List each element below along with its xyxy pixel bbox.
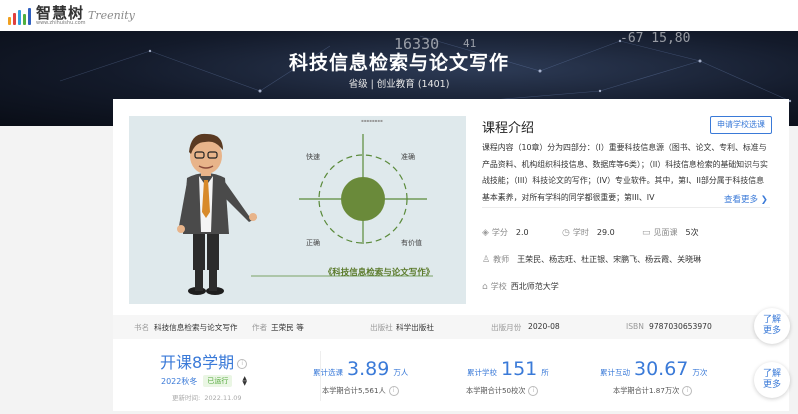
stat-schools: 累计学校 151 所 — [467, 358, 549, 380]
book-publisher: 科学出版社 — [396, 323, 434, 332]
credits-icon: ◈ — [482, 227, 489, 238]
clock-icon: ◷ — [562, 227, 570, 238]
course-video-preview[interactable]: ▪▪▪▪▪▪▪▪ 快速 准确 正确 有价值 《科技信息检索与论文写作》 — [129, 116, 466, 304]
diagram-label-valuable: 有价值 — [401, 239, 422, 247]
book-publisher-label: 出版社 — [370, 323, 393, 332]
book-date: 2020-08 — [528, 322, 560, 331]
school-value[interactable]: 西北师范大学 — [511, 281, 559, 292]
stat-select-label: 累计选课 — [313, 368, 343, 377]
stat-select: 累计选课 3.89 万人 — [313, 358, 408, 380]
stat-interactions-sub-text: 本学期合计1.87万次 — [613, 386, 680, 395]
course-category: 省级 | 创业教育 (1401) — [348, 79, 450, 90]
textbook-info: 书名 科技信息检索与论文写作 作者 王荣民 等 出版社 科学出版社 出版月份 2… — [113, 315, 789, 339]
stat-select-unit: 万人 — [393, 368, 409, 377]
learn-more-line2: 更多 — [762, 380, 781, 390]
book-name: 科技信息检索与论文写作 — [154, 323, 238, 332]
book-author-label: 作者 — [252, 323, 268, 332]
meet-value: 5次 — [685, 228, 699, 237]
divider — [482, 207, 770, 208]
logo-url: www.zhihuishu.com — [36, 20, 86, 26]
diagram-label-accurate: 准确 — [401, 153, 415, 161]
learn-more-button[interactable]: 了解 更多 — [754, 308, 790, 344]
stat-interactions-number: 30.67 — [634, 358, 689, 380]
hours-value: 29.0 — [596, 228, 615, 237]
info-icon[interactable]: i — [528, 386, 539, 396]
sort-arrows-icon[interactable]: ▲ ▼ — [242, 376, 247, 387]
learn-more-line2: 更多 — [762, 326, 781, 336]
school-label: 学校 — [490, 282, 507, 291]
learn-more-button[interactable]: 了解 更多 — [754, 362, 790, 398]
info-icon[interactable]: i — [237, 358, 248, 369]
stat-schools-sub: 本学期合计50校次 i — [466, 386, 539, 396]
school-row: ⌂ 学校 西北师范大学 — [482, 281, 559, 292]
meet-label: 见面课 — [653, 228, 678, 237]
intro-heading: 课程介绍 — [482, 121, 535, 136]
term-selector[interactable]: 2022秋冬 已运行 ▲ ▼ — [161, 375, 247, 387]
diagram-label-fast: 快速 — [306, 153, 320, 161]
logo-bars-icon — [8, 7, 31, 25]
apply-course-button[interactable]: 申请学校选课 — [710, 116, 772, 134]
meet-row: ▭ 见面课 5次 — [642, 227, 699, 238]
banner-deco-number: -67 15,80 — [620, 31, 691, 46]
diagram-label-correct: 正确 — [306, 239, 320, 247]
update-label: 更新时间: — [172, 394, 201, 402]
learn-more-line1: 了解 — [762, 315, 781, 325]
stat-select-sub: 本学期合计5,561人 i — [322, 386, 399, 396]
book-date-label: 出版月份 — [491, 323, 522, 332]
stat-interactions-unit: 万次 — [692, 368, 708, 377]
stat-schools-unit: 所 — [541, 368, 549, 377]
open-terms-text: 开课8学期 — [160, 353, 235, 372]
info-icon[interactable]: i — [682, 386, 693, 396]
stat-schools-number: 151 — [501, 358, 538, 380]
meeting-icon: ▭ — [642, 227, 651, 238]
learn-more-line1: 了解 — [762, 369, 781, 379]
stat-select-number: 3.89 — [347, 358, 390, 380]
update-date: 2022.11.09 — [204, 394, 242, 402]
stat-interactions-sub: 本学期合计1.87万次 i — [613, 386, 693, 396]
teachers-label: 教师 — [493, 255, 510, 264]
open-terms-title: 开课8学期 i — [160, 349, 248, 373]
top-bar: 智慧树 www.zhihuishu.com Treenity — [0, 0, 798, 32]
stat-interactions-label: 累计互动 — [600, 368, 630, 377]
stat-schools-sub-text: 本学期合计50校次 — [466, 386, 526, 395]
view-more-label: 查看更多 — [724, 195, 759, 205]
book-isbn: 9787030653970 — [649, 322, 712, 331]
chevron-right-icon: ❯ — [760, 195, 768, 205]
book-isbn-label: ISBN — [626, 322, 644, 331]
info-icon[interactable]: i — [388, 386, 399, 396]
logo-en-text: Treenity — [88, 9, 135, 22]
credits-value: 2.0 — [515, 228, 529, 237]
school-icon: ⌂ — [482, 281, 488, 292]
book-name-label: 书名 — [134, 323, 150, 332]
credits-label: 学分 — [491, 228, 508, 237]
stat-select-sub-text: 本学期合计5,561人 — [322, 386, 386, 395]
site-logo[interactable]: 智慧树 www.zhihuishu.com — [8, 5, 86, 27]
update-time: 更新时间: 2022.11.09 — [172, 392, 242, 402]
teachers-row: ♙ 教师 王荣民、杨志旺、杜正银、宋鹏飞、杨云霞、关晓琳 — [482, 254, 701, 265]
hours-label: 学时 — [572, 228, 589, 237]
view-more-link[interactable]: 查看更多 ❯ — [724, 193, 768, 205]
course-title: 科技信息检索与论文写作 — [288, 52, 509, 74]
credits-row: ◈ 学分 2.0 — [482, 227, 529, 238]
term-text: 2022秋冬 — [161, 376, 198, 386]
logo-text: 智慧树 — [36, 4, 85, 22]
teachers-value[interactable]: 王荣民、杨志旺、杜正银、宋鹏飞、杨云霞、关晓琳 — [517, 254, 701, 265]
video-caption: 《科技信息检索与论文写作》 — [323, 268, 435, 278]
book-author: 王荣民 等 — [271, 323, 304, 332]
status-badge: 已运行 — [203, 375, 233, 387]
teacher-icon: ♙ — [482, 254, 491, 265]
stat-interactions: 累计互动 30.67 万次 — [600, 358, 707, 380]
presenter-figure — [177, 133, 257, 295]
stat-schools-label: 累计学校 — [467, 368, 497, 377]
hours-row: ◷ 学时 29.0 — [562, 227, 615, 238]
